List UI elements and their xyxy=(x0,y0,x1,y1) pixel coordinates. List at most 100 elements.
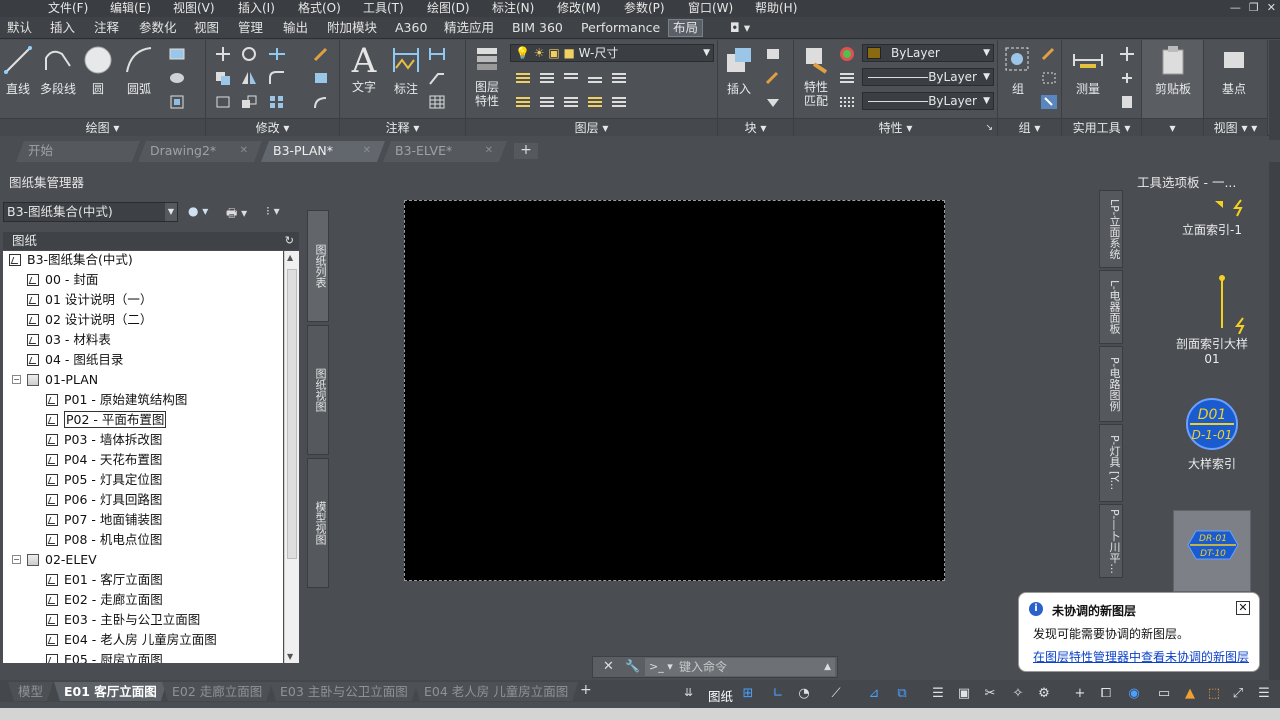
layout-tab-e04[interactable]: E04 老人房 儿童房立面图 xyxy=(414,682,578,701)
menu-view[interactable]: 视图(V) xyxy=(173,0,215,16)
menu-file[interactable]: 文件(F) xyxy=(48,0,88,16)
transparency-icon[interactable]: ▣ xyxy=(956,686,972,702)
create-block-icon[interactable] xyxy=(764,46,782,62)
tab-default[interactable]: 默认 xyxy=(7,20,32,36)
tree-sheet-item[interactable]: P06 - 灯具回路图 xyxy=(46,491,162,509)
panel-clipboard-title[interactable]: ▾ xyxy=(1142,118,1203,136)
menu-parameters[interactable]: 参数(P) xyxy=(624,0,665,16)
mirror-icon[interactable] xyxy=(240,70,258,86)
collapse-toggle-icon[interactable]: − xyxy=(12,375,21,384)
layout-tab-e01[interactable]: E01 客厅立面图 xyxy=(54,682,167,701)
close-icon[interactable]: ✕ xyxy=(603,659,614,674)
group-edit-icon[interactable] xyxy=(1040,70,1058,86)
doc-tab-start[interactable]: 开始 xyxy=(16,141,140,162)
layer-iso-icon[interactable] xyxy=(514,70,532,86)
menu-window[interactable]: 窗口(W) xyxy=(688,0,733,16)
tab-featured-apps[interactable]: 精选应用 xyxy=(444,20,494,36)
gradient-icon[interactable] xyxy=(168,94,186,110)
menu-format[interactable]: 格式(O) xyxy=(298,0,341,16)
layer-off-icon[interactable] xyxy=(586,70,604,86)
close-icon[interactable]: ✕ xyxy=(240,141,248,161)
tab-manage[interactable]: 管理 xyxy=(238,20,263,36)
rotate-icon[interactable] xyxy=(240,46,258,62)
offset-icon[interactable] xyxy=(312,94,330,110)
command-history-icon[interactable]: ▲ xyxy=(824,658,831,676)
layer-notify-icon[interactable]: ⬚ xyxy=(1206,686,1222,702)
base-point-button[interactable]: 基点 xyxy=(1214,44,1254,97)
tree-sheet-item[interactable]: E05 - 厨房立面图 xyxy=(46,651,163,663)
tool-section-detail[interactable]: 剖面索引大样 01 xyxy=(1167,272,1257,367)
customize-icon[interactable]: ☰ xyxy=(1256,686,1272,702)
leader-icon[interactable] xyxy=(428,70,446,86)
tree-sheet-item[interactable]: P04 - 天花布置图 xyxy=(46,451,162,469)
layout-tab-model[interactable]: 模型 xyxy=(8,682,53,701)
layer-merge-icon[interactable] xyxy=(610,94,628,110)
minimize-icon[interactable]: — xyxy=(1230,0,1241,16)
tool-detail-index[interactable]: D01 D-1-01 大样索引 xyxy=(1167,396,1257,472)
tree-subset[interactable]: − 02-ELEV xyxy=(12,551,97,569)
right-edge-scrollbar[interactable] xyxy=(1269,40,1280,680)
stretch-icon[interactable] xyxy=(214,94,232,110)
notification-bell-icon[interactable]: ▲ xyxy=(1182,686,1198,702)
close-icon[interactable]: ✕ xyxy=(1267,0,1276,16)
color-combo[interactable]: ByLayer ▼ xyxy=(862,44,994,62)
menu-modify[interactable]: 修改(M) xyxy=(557,0,601,16)
rectangle-icon[interactable] xyxy=(168,46,186,62)
tab-parametric[interactable]: 参数化 xyxy=(139,20,177,36)
polyline-button[interactable]: 多段线 xyxy=(38,44,78,97)
tab-output[interactable]: 输出 xyxy=(283,20,308,36)
layer-properties-button[interactable]: 图层 特性 xyxy=(468,44,506,108)
new-layout-button[interactable]: + xyxy=(580,682,592,698)
color-wheel-icon[interactable] xyxy=(838,46,856,62)
group-select-icon[interactable] xyxy=(1040,94,1058,110)
array-icon[interactable] xyxy=(268,94,286,110)
tab-annotate[interactable]: 注释 xyxy=(94,20,119,36)
notification-link[interactable]: 在图层特性管理器中查看未协调的新图层 xyxy=(1033,648,1249,665)
erase-icon[interactable] xyxy=(312,46,330,62)
close-icon[interactable]: ✕ xyxy=(1236,601,1250,615)
tree-sheet-item[interactable]: E04 - 老人房 儿童房立面图 xyxy=(46,631,217,649)
trim-icon[interactable] xyxy=(268,46,286,62)
menu-help[interactable]: 帮助(H) xyxy=(755,0,797,16)
tab-bim360[interactable]: BIM 360 xyxy=(512,20,563,36)
tree-sheet-item[interactable]: E03 - 主卧与公卫立面图 xyxy=(46,611,200,629)
vtab-sheet-list[interactable]: 图纸列表 xyxy=(307,210,329,322)
tree-sheet-item[interactable]: 04 - 图纸目录 xyxy=(27,351,123,369)
panel-properties-title[interactable]: 特性 ▾ ↘ xyxy=(794,118,997,136)
sheet-set-combo[interactable]: B3-图纸集合(中式) ▼ xyxy=(3,202,178,222)
explode-icon[interactable] xyxy=(312,70,330,86)
vtab-lp[interactable]: LP-立面系统 xyxy=(1099,190,1123,268)
new-tab-button[interactable]: + xyxy=(514,143,538,159)
command-input[interactable]: >_ ▾ 键入命令 ▲ xyxy=(645,658,835,676)
ortho-icon[interactable]: ∟ xyxy=(770,686,786,702)
ungroup-icon[interactable] xyxy=(1040,46,1058,62)
paste-button[interactable]: 剪贴板 xyxy=(1148,44,1198,97)
vtab-p-other[interactable]: P-—卜川平... xyxy=(1099,504,1123,578)
doc-tab-drawing2[interactable]: Drawing2* ✕ xyxy=(138,141,262,162)
linear-dimension-icon[interactable] xyxy=(428,46,446,62)
tree-root[interactable]: B3-图纸集合(中式) xyxy=(9,251,133,269)
tab-insert[interactable]: 插入 xyxy=(50,20,75,36)
layer-match-icon[interactable] xyxy=(538,94,556,110)
panel-layers-title[interactable]: 图层 ▾ xyxy=(466,118,717,136)
edit-attributes-icon[interactable] xyxy=(764,94,782,110)
linetype-combo[interactable]: ByLayer ▼ xyxy=(862,68,994,86)
publish-icon[interactable]: ● ▾ xyxy=(188,204,208,218)
tree-sheet-item[interactable]: P02 - 平面布置图 xyxy=(46,411,167,429)
drawing-canvas[interactable] xyxy=(404,200,945,581)
isodraft-icon[interactable]: ⟋ xyxy=(828,686,844,702)
panel-view-title[interactable]: 视图 ▾ ▾ xyxy=(1204,118,1267,136)
close-icon[interactable]: ✕ xyxy=(363,141,371,161)
point-icon[interactable] xyxy=(1118,70,1136,86)
id-point-icon[interactable] xyxy=(1118,46,1136,62)
text-button[interactable]: A 文字 xyxy=(346,44,382,95)
collapse-toggle-icon[interactable]: − xyxy=(12,555,21,564)
hatch-icon[interactable] xyxy=(168,70,186,86)
layer-make-current-icon[interactable] xyxy=(514,94,532,110)
panel-modify-title[interactable]: 修改 ▾ xyxy=(206,118,339,136)
scale-icon[interactable] xyxy=(240,94,258,110)
tree-sheet-item[interactable]: P01 - 原始建筑结构图 xyxy=(46,391,187,409)
tree-subset[interactable]: − 01-PLAN xyxy=(12,371,98,389)
layer-freeze-icon[interactable] xyxy=(562,70,580,86)
tree-sheet-item[interactable]: P07 - 地面铺装图 xyxy=(46,511,162,529)
